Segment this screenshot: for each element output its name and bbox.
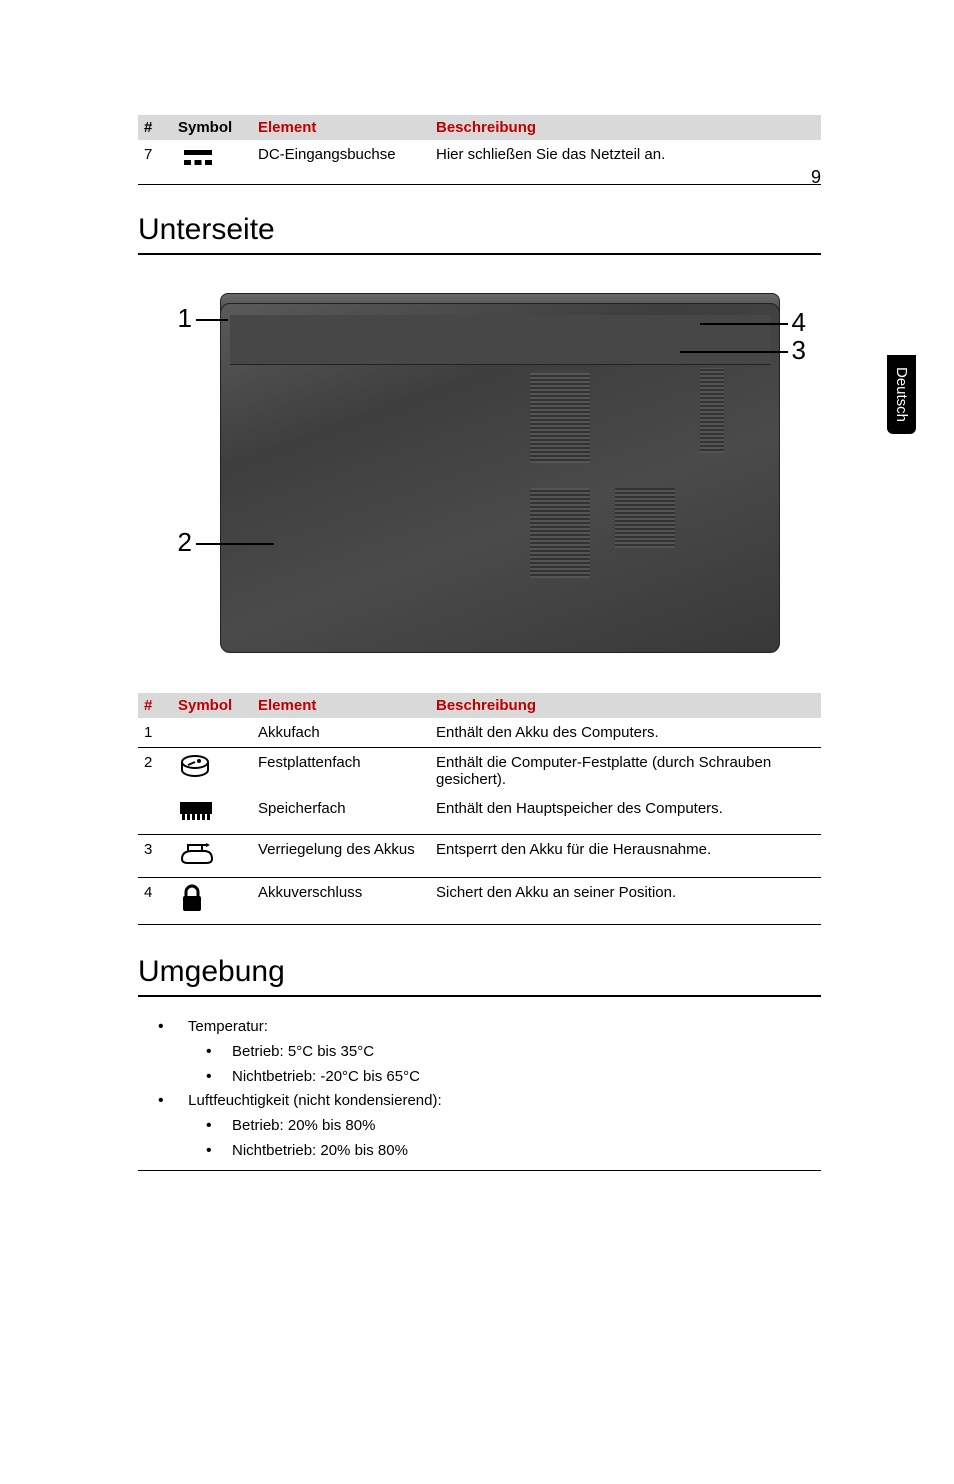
th-symbol: Symbol (172, 115, 252, 140)
row-element: Verriegelung des Akkus (252, 835, 430, 878)
list-item: Nichtbetrieb: 20% bis 80% (232, 1139, 821, 1164)
row-num: 4 (138, 878, 172, 925)
laptop-bottom-diagram: 1 2 4 3 (160, 273, 800, 663)
th-element: Element (252, 115, 430, 140)
language-tab: Deutsch (887, 355, 916, 434)
table-row: Speicherfach Enthält den Hauptspeicher d… (138, 794, 821, 835)
row-desc: Enthält den Hauptspeicher des Computers. (430, 794, 821, 835)
diagram-label-3: 3 (792, 335, 806, 366)
row-num: 1 (138, 718, 172, 748)
th-element: Element (252, 693, 430, 718)
list-item: Betrieb: 5°C bis 35°C (232, 1040, 821, 1065)
divider (138, 995, 821, 997)
table-row: 3 Verriegelung des Akkus Entsperrt den A… (138, 835, 821, 878)
row-desc: Sichert den Akku an seiner Position. (430, 878, 821, 925)
list-item: Luftfeuchtigkeit (nicht kondensierend): … (184, 1089, 821, 1163)
row-element: Speicherfach (252, 794, 430, 835)
row-desc: Enthält den Akku des Computers. (430, 718, 821, 748)
diagram-label-1: 1 (178, 303, 192, 334)
list-item: Temperatur: Betrieb: 5°C bis 35°C Nichtb… (184, 1015, 821, 1089)
th-symbol: Symbol (172, 693, 252, 718)
th-hash: # (138, 693, 172, 718)
row-num: 3 (138, 835, 172, 878)
row-num (138, 794, 172, 835)
page-number: 9 (811, 167, 821, 188)
row-element: Akkuverschluss (252, 878, 430, 925)
diagram-label-2: 2 (178, 527, 192, 558)
top-table: # Symbol Element Beschreibung 7 DC-Einga… (138, 115, 821, 185)
row-desc: Entsperrt den Akku für die Herausnahme. (430, 835, 821, 878)
divider (138, 1170, 821, 1171)
table-row: 2 Festplattenfach Enthält die Computer-F… (138, 748, 821, 795)
empty-icon (172, 718, 252, 748)
table-row: 4 Akkuverschluss Sichert den Akku an sei… (138, 878, 821, 925)
hdd-icon (172, 748, 252, 795)
row-element: DC-Eingangsbuchse (252, 140, 430, 185)
heading-unterseite: Unterseite (138, 213, 821, 249)
bottom-table: # Symbol Element Beschreibung 1 Akkufach… (138, 693, 821, 925)
divider (138, 253, 821, 255)
row-element: Festplattenfach (252, 748, 430, 795)
page-content: # Symbol Element Beschreibung 7 DC-Einga… (138, 115, 821, 1171)
row-element: Akkufach (252, 718, 430, 748)
diagram-label-4: 4 (792, 307, 806, 338)
th-hash: # (138, 115, 172, 140)
diagram-container: 1 2 4 3 (138, 273, 821, 663)
memory-icon (172, 794, 252, 835)
row-num: 2 (138, 748, 172, 795)
table-row: 1 Akkufach Enthält den Akku des Computer… (138, 718, 821, 748)
row-num: 7 (138, 140, 172, 185)
temp-label: Temperatur: (188, 1018, 268, 1035)
row-desc: Hier schließen Sie das Netzteil an. (430, 140, 821, 185)
heading-umgebung: Umgebung (138, 955, 821, 991)
th-desc: Beschreibung (430, 693, 821, 718)
th-desc: Beschreibung (430, 115, 821, 140)
row-desc: Enthält die Computer-Festplatte (durch S… (430, 748, 821, 795)
table-row: 7 DC-Eingangsbuchse Hier schließen Sie d… (138, 140, 821, 185)
lock-icon (172, 878, 252, 925)
environment-list: Temperatur: Betrieb: 5°C bis 35°C Nichtb… (184, 1015, 821, 1164)
humidity-label: Luftfeuchtigkeit (nicht kondensierend): (188, 1092, 441, 1109)
list-item: Betrieb: 20% bis 80% (232, 1114, 821, 1139)
dc-jack-icon (172, 140, 252, 185)
battery-release-icon (172, 835, 252, 878)
list-item: Nichtbetrieb: -20°C bis 65°C (232, 1065, 821, 1090)
